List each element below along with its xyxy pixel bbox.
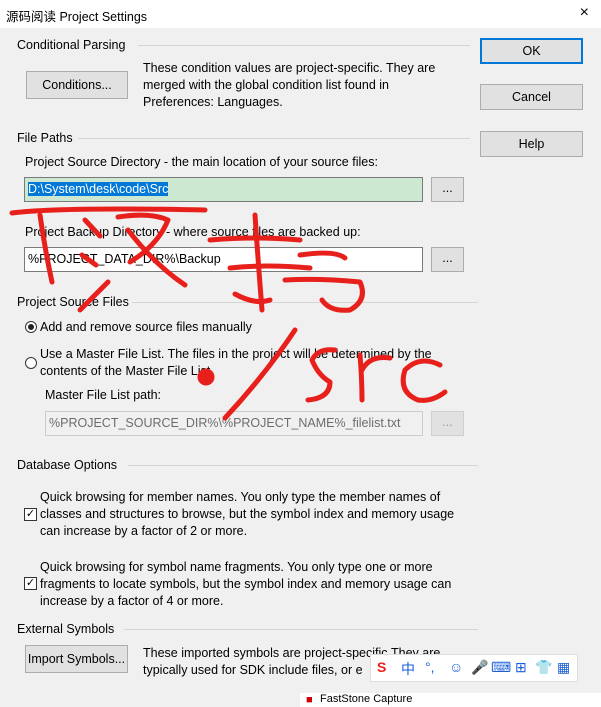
conditional-description-line-2: merged with the global condition list fo… [143, 78, 389, 92]
master-option-line-2: contents of the Master File List. [40, 364, 214, 378]
window-title: 源码阅读 Project Settings [6, 10, 148, 24]
taskbar-app-label: FastStone Capture [320, 693, 413, 705]
project-source-files-label: Project Source Files [17, 295, 129, 309]
db-option-2-line-1: Quick browsing for symbol name fragments… [40, 560, 433, 574]
db-option-1-line-3: can increase by a factor of 2 or more. [40, 524, 248, 538]
divider [78, 138, 470, 139]
help-button[interactable]: Help [480, 131, 583, 157]
manual-files-label: Add and remove source files manually [40, 320, 252, 334]
browse-master-button[interactable]: ... [431, 411, 464, 436]
source-directory-value: D:\System\desk\code\Src [28, 182, 169, 196]
divider [128, 465, 478, 466]
skin-icon[interactable]: 👕 [535, 659, 552, 676]
language-toggle[interactable]: 中 [401, 659, 415, 679]
browse-backup-button[interactable]: ... [431, 247, 464, 272]
menu-grid-icon[interactable]: ▦ [557, 659, 570, 676]
emoji-icon[interactable]: ☺ [449, 659, 463, 675]
master-file-path-field[interactable]: %PROJECT_SOURCE_DIR%\%PROJECT_NAME%_file… [45, 411, 423, 436]
cancel-button[interactable]: Cancel [480, 84, 583, 110]
member-names-checkbox[interactable]: ✓ [24, 508, 37, 521]
external-description-line-2: typically used for SDK include files, or… [143, 663, 363, 677]
backup-directory-field[interactable]: %PROJECT_DATA_DIR%\Backup [24, 247, 423, 272]
ime-toolbar: S 中 °, ☺ 🎤 ⌨ ⊞ 👕 ▦ [370, 654, 578, 682]
master-file-path-label: Master File List path: [45, 388, 162, 402]
conditional-description-line-1: These condition values are project-speci… [143, 61, 436, 75]
title-bar: 源码阅读 Project Settings × [0, 0, 601, 28]
divider [132, 302, 478, 303]
sogou-logo-icon[interactable]: S [377, 659, 386, 675]
browse-source-button[interactable]: ... [431, 177, 464, 202]
ok-button[interactable]: OK [480, 38, 583, 64]
punctuation-icon[interactable]: °, [425, 659, 435, 675]
source-directory-label: Project Source Directory - the main loca… [25, 155, 378, 169]
conditional-description-line-3: Preferences: Languages. [143, 95, 283, 109]
db-option-2-line-2: fragments to locate symbols, but the sym… [40, 577, 452, 591]
database-options-label: Database Options [17, 458, 118, 472]
keyboard-icon[interactable]: ⌨ [491, 659, 511, 676]
db-option-2-line-3: increase by a factor of 4 or more. [40, 594, 224, 608]
conditions-button[interactable]: Conditions... [26, 71, 128, 99]
divider [124, 629, 478, 630]
db-option-1-line-2: classes and structures to browse, but th… [40, 507, 455, 521]
project-settings-dialog: 源码阅读 Project Settings × OK Cancel Help C… [0, 0, 601, 707]
close-icon[interactable]: × [580, 4, 589, 22]
source-directory-field[interactable]: D:\System\desk\code\Src [24, 177, 423, 202]
external-symbols-label: External Symbols [17, 622, 115, 636]
master-option-line-1: Use a Master File List. The files in the… [40, 347, 432, 361]
divider [138, 45, 470, 46]
faststone-icon: ■ [306, 694, 313, 706]
taskbar-preview[interactable]: ■ FastStone Capture [300, 693, 601, 707]
symbol-fragments-checkbox[interactable]: ✓ [24, 577, 37, 590]
master-file-list-radio[interactable] [25, 357, 37, 369]
backup-directory-label: Project Backup Directory - where source … [25, 225, 361, 239]
file-paths-label: File Paths [17, 131, 73, 145]
toolbox-icon[interactable]: ⊞ [515, 659, 527, 676]
microphone-icon[interactable]: 🎤 [471, 659, 488, 676]
db-option-1-line-1: Quick browsing for member names. You onl… [40, 490, 441, 504]
import-symbols-button[interactable]: Import Symbols... [25, 645, 128, 673]
manual-files-radio[interactable] [25, 321, 37, 333]
conditional-parsing-label: Conditional Parsing [17, 38, 126, 52]
